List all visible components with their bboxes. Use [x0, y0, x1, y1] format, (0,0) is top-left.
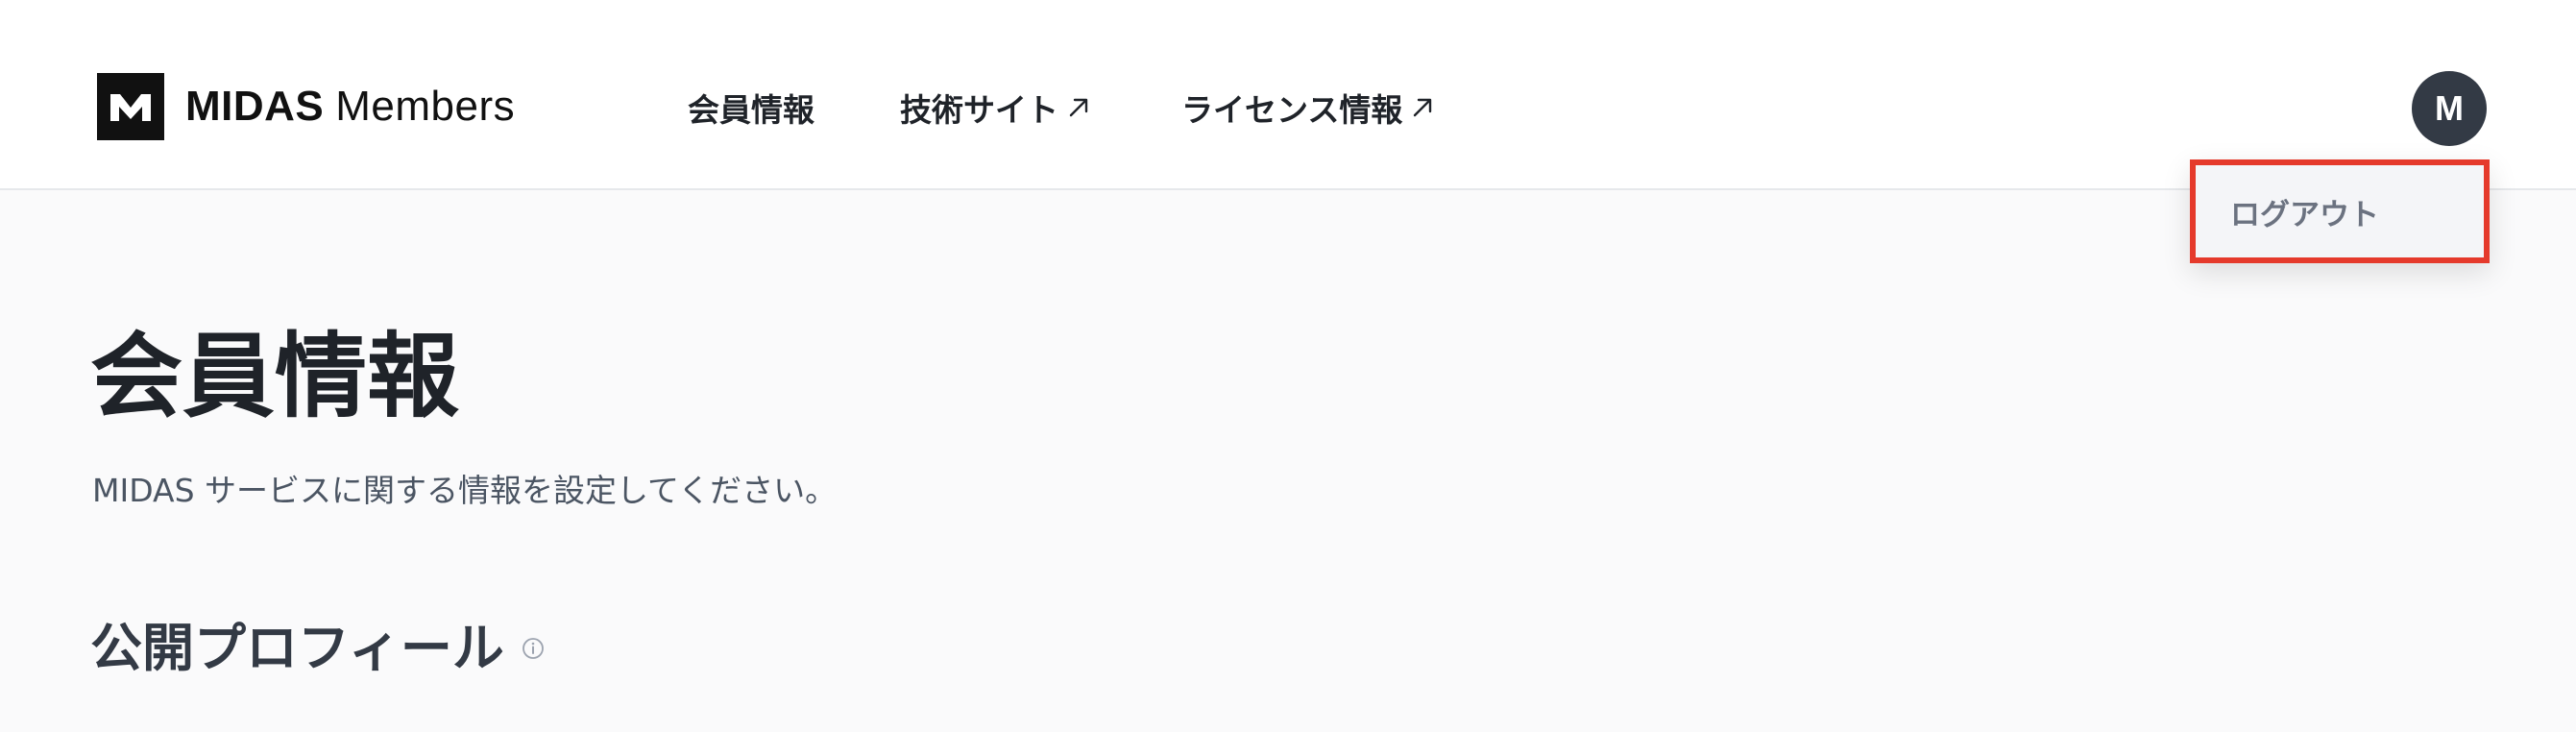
avatar-initial: M	[2435, 88, 2464, 128]
midas-logo-icon	[97, 73, 164, 140]
nav-item-label: 技術サイト	[900, 91, 1058, 129]
logo-brand-text: MIDAS	[185, 83, 325, 130]
logo-product-text: Members	[335, 83, 516, 130]
nav-item-label: ライセンス情報	[1181, 91, 1403, 129]
section-title-text: 公開プロフィール	[90, 618, 504, 678]
external-link-icon	[1066, 95, 1091, 120]
external-link-icon	[1410, 95, 1435, 120]
user-avatar-button[interactable]: M	[2412, 71, 2487, 146]
nav-item-label: 会員情報	[688, 91, 814, 129]
info-icon[interactable]	[522, 637, 545, 660]
page-subtitle: MIDAS サービスに関する情報を設定してください。	[92, 472, 838, 509]
page-title: 会員情報	[90, 323, 459, 430]
logout-label: ログアウト	[2230, 197, 2379, 232]
midas-members-logo[interactable]: MIDAS Members	[97, 73, 515, 140]
nav-item-tech-site[interactable]: 技術サイト	[900, 85, 1091, 131]
user-dropdown-menu: ログアウト	[2190, 159, 2490, 263]
logout-menu-item[interactable]: ログアウト	[2230, 165, 2379, 257]
nav-item-license-info[interactable]: ライセンス情報	[1181, 85, 1435, 131]
section-title-public-profile: 公開プロフィール	[90, 620, 545, 676]
logo-wordmark: MIDAS Members	[185, 85, 515, 128]
nav-item-member-info[interactable]: 会員情報	[688, 85, 814, 131]
